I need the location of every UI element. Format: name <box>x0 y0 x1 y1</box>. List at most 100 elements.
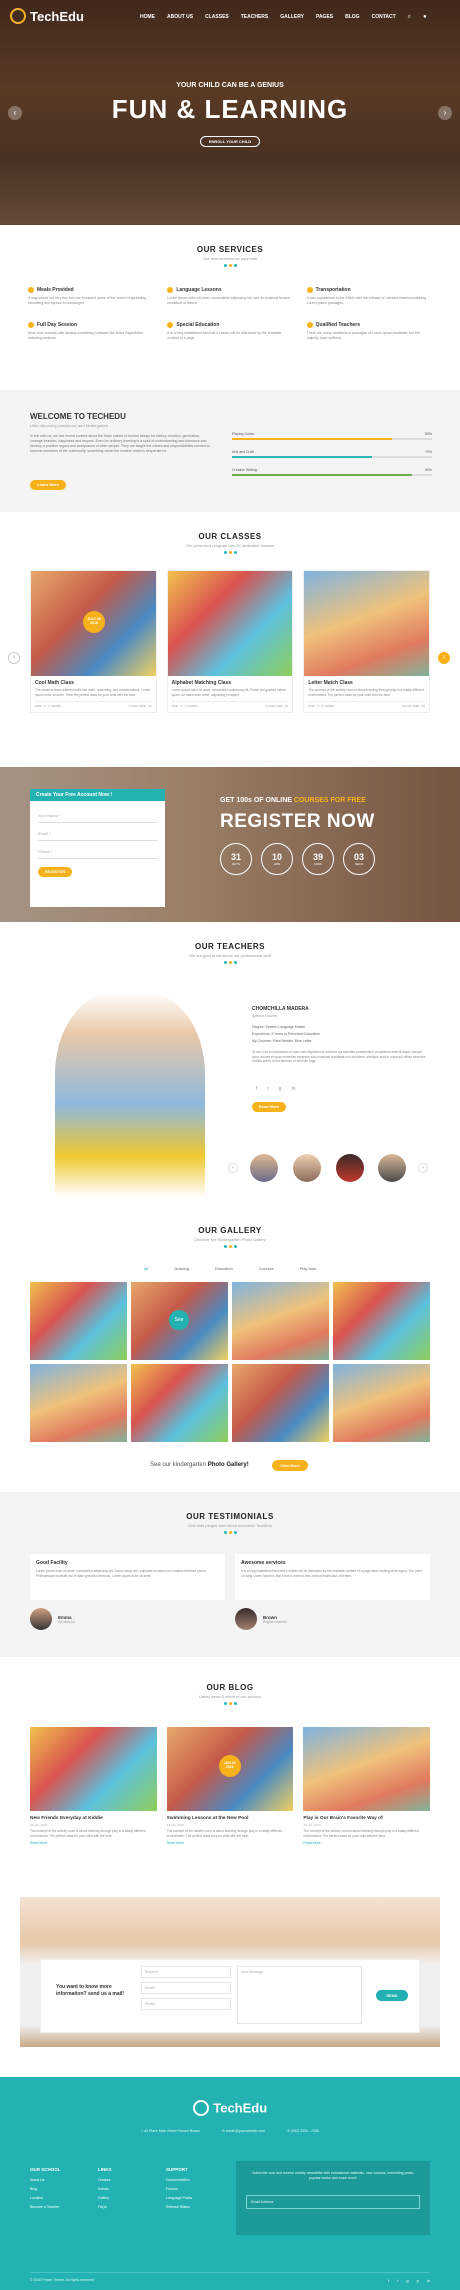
teachers-section: OUR TEACHERS We are glad to introduce ou… <box>0 922 460 1212</box>
class-card[interactable]: Letter Match Class The concept of the act… <box>303 570 431 713</box>
twitter-icon[interactable]: t <box>397 2278 398 2283</box>
footer-link[interactable]: Gallery <box>98 2196 153 2200</box>
send-button[interactable]: SEND <box>376 1990 408 2001</box>
teacher-read-more-button[interactable]: Read More <box>252 1102 286 1112</box>
footer-link[interactable]: Language Packs <box>166 2196 226 2200</box>
footer-link[interactable]: Events <box>98 2187 153 2191</box>
footer-link[interactable]: Blog <box>30 2187 85 2191</box>
read-more-link[interactable]: Read More <box>303 1841 430 1845</box>
email-field[interactable]: Email * <box>38 827 157 841</box>
class-card[interactable]: Alphabet Matching Class Lorem ipsum dolor… <box>166 570 294 713</box>
gallery-image[interactable]: See <box>131 1282 228 1360</box>
gallery-image[interactable] <box>131 1364 228 1442</box>
classes-prev-arrow[interactable]: ‹ <box>8 652 20 664</box>
footer-link[interactable]: About Us <box>30 2178 85 2182</box>
filter-all[interactable]: All <box>144 1266 148 1271</box>
hero-prev-arrow[interactable]: ‹ <box>8 106 22 120</box>
gallery-badge[interactable]: See <box>169 1310 189 1330</box>
user-icon[interactable]: ● <box>423 14 427 21</box>
teacher-thumb[interactable] <box>293 1154 321 1182</box>
hero-enroll-button[interactable]: ENROLL YOUR CHILD <box>200 136 260 147</box>
newsletter-text: Subscribe now and receive weekly newslet… <box>252 2171 414 2180</box>
footer-link[interactable]: Forums <box>166 2187 226 2191</box>
footer-email[interactable]: ✉ admin@yourwebsite.com <box>222 2129 265 2133</box>
google-icon[interactable]: g <box>279 1086 282 1092</box>
blog-card[interactable]: Play is Our Brain's Favorite Way of 23 J… <box>303 1727 431 1845</box>
services-section: OUR SERVICES Our best services for your … <box>0 225 460 390</box>
class-image <box>304 571 430 676</box>
footer-link[interactable]: FAQs <box>98 2205 153 2209</box>
welcome-learn-more-button[interactable]: Learn More <box>30 480 66 490</box>
footer-link[interactable]: Location <box>30 2196 85 2200</box>
newsletter-email-input[interactable]: Email Address <box>246 2195 420 2209</box>
google-icon[interactable]: g <box>406 2278 408 2283</box>
avatar <box>30 1608 52 1630</box>
nav-classes[interactable]: CLASSES <box>205 14 229 21</box>
gallery-image[interactable] <box>30 1282 127 1360</box>
gallery-image[interactable] <box>333 1282 430 1360</box>
gallery-image[interactable] <box>232 1364 329 1442</box>
nav-contact[interactable]: CONTACT <box>372 14 396 21</box>
facebook-icon[interactable]: f <box>388 2278 389 2283</box>
nav-gallery[interactable]: GALLERY <box>280 14 304 21</box>
nav-home[interactable]: HOME <box>140 14 155 21</box>
classes-subtitle: Our preschool program has 4X dedicated c… <box>186 543 274 548</box>
filter-drawing[interactable]: Drawing <box>174 1266 189 1271</box>
phone-field[interactable]: Phone * <box>38 845 157 859</box>
welcome-subtitle: Little discovery, preschool, and kinderg… <box>30 423 108 428</box>
email-field[interactable]: Email* <box>141 1982 231 1994</box>
message-field[interactable]: Your Message <box>237 1966 362 2024</box>
services-title: OUR SERVICES <box>196 245 264 254</box>
date-badge: JAN 23 2016 <box>218 1755 241 1777</box>
footer-link[interactable]: Release Status <box>166 2205 226 2209</box>
meal-icon <box>28 287 34 293</box>
teacher-thumb[interactable] <box>250 1154 278 1182</box>
footer-link[interactable]: Documentation <box>166 2178 226 2182</box>
filter-courses[interactable]: Courses <box>259 1266 274 1271</box>
register-button[interactable]: REGISTER <box>38 867 72 877</box>
linkedin-icon[interactable]: in <box>427 2278 430 2283</box>
gallery-image[interactable] <box>232 1282 329 1360</box>
footer-link[interactable]: Become a Teacher <box>30 2205 85 2209</box>
testimonial-card: Good Facility Lorem ipsum dolor sit amet,… <box>30 1554 225 1630</box>
nav-blog[interactable]: BLOG <box>345 14 359 21</box>
teacher-thumb[interactable] <box>336 1154 364 1182</box>
nav-pages[interactable]: PAGES <box>316 14 333 21</box>
footer-logo[interactable]: TechEdu <box>0 2099 460 2117</box>
facebook-icon[interactable]: f <box>256 1086 257 1092</box>
nav-teachers[interactable]: TEACHERS <box>241 14 269 21</box>
blog-card[interactable]: New Friends Everyday at Kiddie 23 Jan, 2… <box>30 1727 157 1845</box>
gallery-image[interactable] <box>30 1364 127 1442</box>
blog-image <box>303 1727 431 1811</box>
search-icon[interactable]: ⌕ <box>408 14 411 21</box>
classes-next-arrow[interactable]: › <box>438 652 450 664</box>
name-field[interactable]: Your Name * <box>38 809 157 823</box>
gallery-image[interactable] <box>333 1364 430 1442</box>
footer-phone[interactable]: ✆ (062) 2300 - 7266 <box>287 2129 319 2133</box>
linkedin-icon[interactable]: in <box>292 1086 296 1092</box>
phone-field[interactable]: Phone <box>141 1998 231 2010</box>
subject-field[interactable]: Subject* <box>141 1966 231 1978</box>
read-more-link[interactable]: Read More <box>167 1841 294 1845</box>
hero-next-arrow[interactable]: › <box>438 106 452 120</box>
language-icon <box>167 287 174 293</box>
countdown-mins: 39 MINS <box>302 843 334 875</box>
nav-about[interactable]: ABOUT US <box>167 14 193 21</box>
teacher-thumb[interactable] <box>378 1154 406 1182</box>
gallery-view-more-button[interactable]: View More <box>272 1460 308 1471</box>
read-more-link[interactable]: Read More <box>30 1841 157 1845</box>
teacher-bio: At vero eos et accusamus et iusto odio d… <box>252 1050 426 1063</box>
skill-fill <box>232 474 412 476</box>
blog-card[interactable]: JAN 23 2016 Swimming Lessons at the New P… <box>166 1727 294 1845</box>
main-nav: HOME ABOUT US CLASSES TEACHERS GALLERY P… <box>140 14 427 21</box>
teachers-prev-arrow[interactable]: ‹ <box>228 1163 238 1173</box>
skill-bar: Arts and Craft 70% <box>232 450 432 458</box>
filter-education[interactable]: Education <box>215 1266 233 1271</box>
twitter-icon[interactable]: t <box>267 1086 268 1092</box>
pinterest-icon[interactable]: p <box>417 2278 419 2283</box>
footer-link[interactable]: Classes <box>98 2178 153 2182</box>
teachers-next-arrow[interactable]: › <box>418 1163 428 1173</box>
filter-playtime[interactable]: Play time <box>300 1266 316 1271</box>
logo[interactable]: TechEdu <box>10 8 84 24</box>
class-card[interactable]: JULY 28 2016 Cool Math Class The students … <box>30 570 157 713</box>
